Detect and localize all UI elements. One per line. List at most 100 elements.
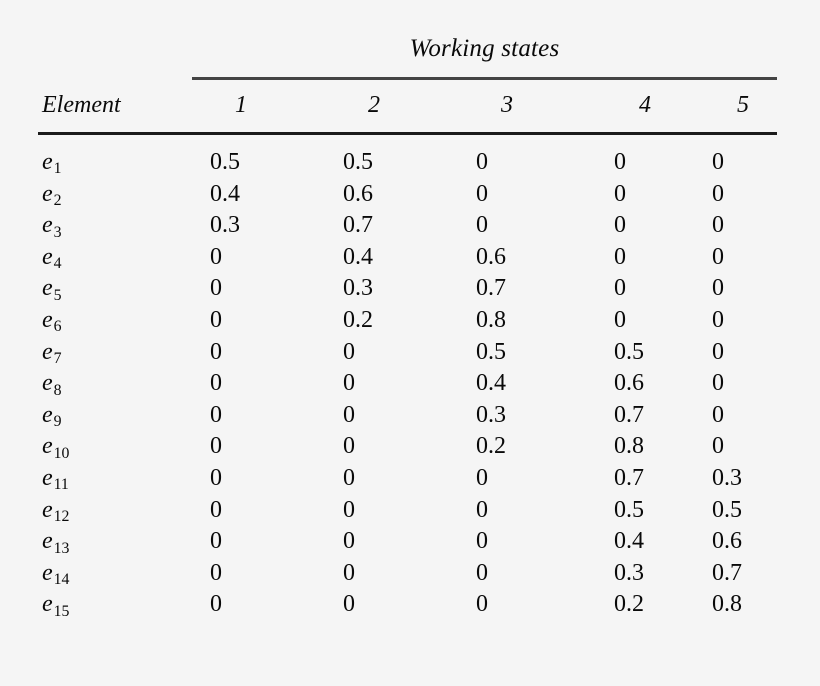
column-header-4: 4 xyxy=(639,92,651,118)
table-cell: 0 xyxy=(476,465,488,491)
table-row: e10 0 0 0.2 0.8 0 xyxy=(0,434,820,466)
row-label-base: e xyxy=(42,307,53,333)
table-cell: 0.5 xyxy=(614,496,644,523)
table-cell: 0.2 xyxy=(476,433,506,460)
table-cell: 0 xyxy=(712,433,724,460)
table-cell: 0 xyxy=(343,528,355,555)
row-label-subscript: 1 xyxy=(53,160,62,178)
row-header-label: Element xyxy=(42,92,121,118)
row-label-base: e xyxy=(42,338,53,365)
table-cell: 0.7 xyxy=(614,465,644,491)
table-cell: 0 xyxy=(614,149,626,175)
header-rule xyxy=(38,132,777,135)
table-cell: 0.3 xyxy=(614,559,644,586)
table-cell: 0 xyxy=(210,275,222,302)
column-group-title: Working states xyxy=(409,35,560,62)
row-label: e15 xyxy=(42,591,69,619)
table-cell: 0 xyxy=(210,338,222,365)
table-cell: 0 xyxy=(712,307,724,333)
row-label: e14 xyxy=(42,561,70,589)
table-cell: 0.7 xyxy=(476,275,506,302)
table-cell: 0 xyxy=(712,275,724,302)
table-row: e4 0 0.4 0.6 0 0 xyxy=(0,245,820,277)
row-label-base: e xyxy=(42,528,53,555)
table-cell: 0.8 xyxy=(614,433,644,460)
row-label-subscript: 10 xyxy=(53,444,70,462)
table-cell: 0.4 xyxy=(210,180,240,207)
row-label-base: e xyxy=(42,401,53,428)
table-row: e1 0.5 0.5 0 0 0 xyxy=(0,150,820,182)
table-cell: 0 xyxy=(712,401,724,428)
table-cell: 0 xyxy=(210,496,222,523)
row-label-base: e xyxy=(42,433,53,460)
table-cell: 0.7 xyxy=(343,212,373,239)
column-header-1: 1 xyxy=(235,92,247,118)
table-row: e11 0 0 0 0.7 0.3 xyxy=(0,466,820,498)
row-label-base: e xyxy=(42,212,53,239)
table-cell: 0.7 xyxy=(614,401,644,428)
row-label-subscript: 2 xyxy=(53,192,62,210)
table-cell: 0.3 xyxy=(210,212,240,239)
row-label-subscript: 12 xyxy=(53,508,70,526)
table-cell: 0 xyxy=(476,528,488,555)
table-cell: 0.5 xyxy=(476,338,506,365)
table-cell: 0 xyxy=(210,465,222,491)
row-label: e13 xyxy=(42,528,69,556)
row-label: e4 xyxy=(42,243,62,273)
table-cell: 0 xyxy=(614,307,626,333)
table-cell: 0 xyxy=(614,275,626,302)
table-cell: 0 xyxy=(210,591,222,618)
table-row: e14 0 0 0 0.3 0.7 xyxy=(0,561,820,593)
table-row: e13 0 0 0 0.4 0.6 xyxy=(0,529,820,561)
table-cell: 0.5 xyxy=(614,338,644,365)
row-label: e11 xyxy=(42,466,69,493)
table-cell: 0 xyxy=(210,243,222,270)
row-label-base: e xyxy=(42,275,53,302)
row-label-base: e xyxy=(42,149,53,175)
spanner-rule xyxy=(192,77,777,80)
table-cell: 0 xyxy=(343,433,355,460)
row-label: e6 xyxy=(42,307,62,336)
table-cell: 0 xyxy=(712,370,724,397)
row-label-subscript: 15 xyxy=(53,602,70,620)
table-cell: 0 xyxy=(712,149,724,175)
table-cell: 0 xyxy=(343,338,355,365)
row-label: e2 xyxy=(42,180,62,210)
table-cell: 0 xyxy=(210,370,222,397)
row-label-base: e xyxy=(42,243,53,270)
table-row: e5 0 0.3 0.7 0 0 xyxy=(0,276,820,308)
table-cell: 0 xyxy=(476,496,488,523)
table-row: e6 0 0.2 0.8 0 0 xyxy=(0,308,820,340)
table-cell: 0 xyxy=(210,433,222,460)
row-label-subscript: 4 xyxy=(53,255,62,273)
table-cell: 0 xyxy=(476,212,488,239)
column-header-5: 5 xyxy=(737,92,749,118)
table-cell: 0 xyxy=(712,180,724,207)
table-cell: 0.5 xyxy=(343,149,373,175)
table-row: e8 0 0 0.4 0.6 0 xyxy=(0,371,820,403)
row-label: e1 xyxy=(42,149,62,178)
table-cell: 0.5 xyxy=(712,496,742,523)
row-label-base: e xyxy=(42,591,53,618)
table-row: e2 0.4 0.6 0 0 0 xyxy=(0,182,820,214)
row-label: e12 xyxy=(42,498,70,526)
table-cell: 0 xyxy=(476,559,488,586)
table-cell: 0 xyxy=(343,591,355,618)
row-label-subscript: 6 xyxy=(53,318,62,336)
table-cell: 0 xyxy=(712,338,724,365)
table-cell: 0 xyxy=(614,180,626,207)
row-label-subscript: 8 xyxy=(53,381,62,399)
table-cell: 0.3 xyxy=(476,401,506,428)
table-cell: 0 xyxy=(210,528,222,555)
table-cell: 0.6 xyxy=(712,528,742,555)
table-cell: 0 xyxy=(614,243,626,270)
table-cell: 0 xyxy=(343,465,355,491)
table-cell: 0 xyxy=(210,307,222,333)
row-label-subscript: 3 xyxy=(53,223,62,241)
table-cell: 0 xyxy=(476,180,488,207)
row-label-base: e xyxy=(42,180,53,207)
row-label: e8 xyxy=(42,371,62,398)
row-label-subscript: 14 xyxy=(53,571,70,589)
row-label: e9 xyxy=(42,401,62,430)
row-label-subscript: 7 xyxy=(53,350,62,368)
